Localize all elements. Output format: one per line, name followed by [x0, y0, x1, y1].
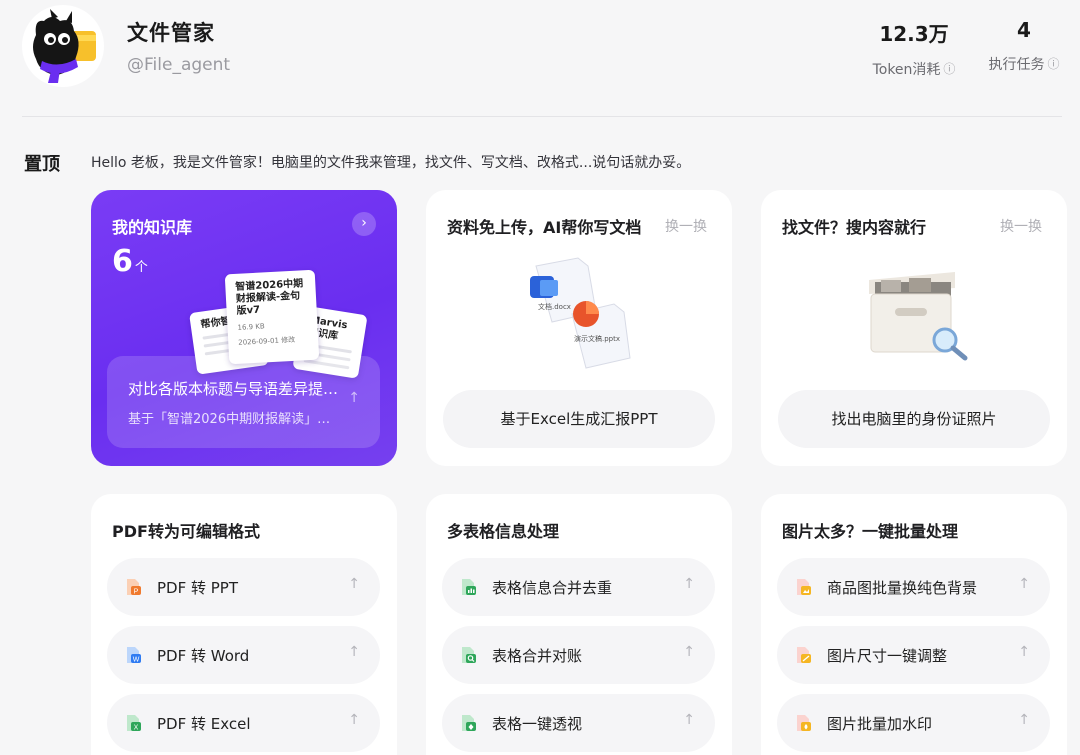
token-usage-value: 12.3万 — [879, 22, 949, 46]
recent-query-item[interactable]: 对比各版本标题与导语差异提… 基于「智谱2026中期财报解读」知… ↑ — [107, 356, 380, 448]
doc-size: 16.9 KB — [237, 322, 265, 332]
write-doc-title: 资料免上传，AI帮你写文档 — [447, 218, 642, 237]
token-usage-label: Token消耗 — [872, 62, 941, 78]
arrow-up-icon: ↑ — [683, 576, 695, 592]
knowledge-base-count: 6个 — [112, 244, 148, 279]
task-count-value: 4 — [1017, 18, 1031, 42]
agent-name: 文件管家 — [127, 21, 215, 45]
doc-card: 智谱2026中期财报解读-金句版v7 16.9 KB 2026-09-01 修改 — [224, 269, 320, 365]
arrow-up-icon: ↑ — [1018, 644, 1030, 660]
pdf-convert-title: PDF转为可编辑格式 — [112, 522, 260, 541]
task-count-label: 执行任务 — [988, 57, 1045, 73]
pinned-label: 置顶 — [24, 154, 60, 175]
agent-avatar[interactable] — [22, 5, 104, 87]
pdf-to-ppt-item[interactable]: P PDF 转 PPT ↑ — [107, 558, 380, 616]
refresh-button[interactable]: 换一换 — [1000, 216, 1042, 236]
pdf-to-excel-icon: X — [127, 715, 141, 732]
recent-query-subtitle: 基于「智谱2026中期财报解读」知… — [128, 412, 343, 427]
image-watermark-label: 图片批量加水印 — [827, 715, 933, 733]
sheet-process-card: 多表格信息处理 表格信息合并去重 ↑ 表格合并对账 ↑ 表格一键透视 ↑ — [426, 494, 732, 755]
sheet-process-title: 多表格信息处理 — [447, 522, 560, 541]
svg-text:W: W — [133, 657, 140, 664]
arrow-up-icon: ↑ — [1018, 576, 1030, 592]
image-watermark-item[interactable]: 图片批量加水印 ↑ — [777, 694, 1050, 752]
arrow-up-icon: ↑ — [1018, 712, 1030, 728]
find-file-card: 找文件？搜内容就行 换一换 找出电脑里的身份证照片 — [761, 190, 1067, 466]
arrow-up-icon: ↑ — [348, 712, 360, 728]
pdf-convert-card: PDF转为可编辑格式 P PDF 转 PPT ↑ W PDF 转 Word ↑ … — [91, 494, 397, 755]
doc-title: 智谱2026中期财报解读-金句版v7 — [235, 278, 304, 317]
knowledge-base-count-unit: 个 — [134, 260, 148, 275]
svg-text:X: X — [134, 725, 139, 732]
token-usage-stat: 12.3万 Token消耗 ⓘ — [866, 18, 962, 79]
arrow-up-icon: ↑ — [683, 644, 695, 660]
image-resize-label: 图片尺寸一键调整 — [827, 647, 948, 665]
pdf-to-word-icon: W — [127, 647, 141, 664]
svg-text:P: P — [134, 589, 139, 596]
write-doc-card: 资料免上传，AI帮你写文档 换一换 文档.docx 演示文稿.pptx 基于Ex… — [426, 190, 732, 466]
ppt-file-name: 演示文稿.pptx — [574, 335, 620, 343]
task-count-stat: 4 执行任务 ⓘ — [982, 18, 1066, 74]
sheet-pivot-label: 表格一键透视 — [492, 715, 583, 733]
word-file-name: 文档.docx — [538, 303, 571, 311]
refresh-button[interactable]: 换一换 — [665, 216, 707, 236]
image-batch-title: 图片太多？一键批量处理 — [782, 522, 959, 541]
recent-query-title: 对比各版本标题与导语差异提… — [128, 380, 339, 398]
sheet-pivot-icon — [462, 715, 476, 731]
image-batch-card: 图片太多？一键批量处理 商品图批量换纯色背景 ↑ 图片尺寸一键调整 ↑ 图片批量… — [761, 494, 1067, 755]
arrow-up-icon: ↑ — [683, 712, 695, 728]
generate-ppt-button[interactable]: 基于Excel生成汇报PPT — [443, 390, 715, 448]
sheet-merge-item[interactable]: 表格信息合并去重 ↑ — [442, 558, 715, 616]
image-bg-item[interactable]: 商品图批量换纯色背景 ↑ — [777, 558, 1050, 616]
find-file-title: 找文件？搜内容就行 — [782, 218, 927, 237]
knowledge-base-title: 我的知识库 — [112, 218, 193, 237]
image-watermark-icon — [797, 715, 811, 731]
sheet-reconcile-label: 表格合并对账 — [492, 647, 583, 665]
pdf-to-word-label: PDF 转 Word — [157, 647, 250, 665]
image-resize-icon — [797, 647, 811, 663]
sheet-reconcile-icon — [462, 647, 476, 663]
doc-date: 2026-09-01 修改 — [238, 335, 296, 347]
pdf-to-ppt-label: PDF 转 PPT — [157, 579, 239, 597]
sheet-pivot-item[interactable]: 表格一键透视 ↑ — [442, 694, 715, 752]
image-bg-label: 商品图批量换纯色背景 — [827, 579, 978, 597]
sheet-merge-icon — [462, 579, 476, 595]
image-bg-icon — [797, 579, 811, 595]
pdf-to-ppt-icon: P — [127, 579, 141, 596]
header-divider — [22, 116, 1062, 117]
find-id-photo-button[interactable]: 找出电脑里的身份证照片 — [778, 390, 1050, 448]
greeting-text: Hello 老板，我是文件管家！电脑里的文件我来管理，找文件、写文档、改格式..… — [91, 155, 691, 171]
pdf-to-excel-label: PDF 转 Excel — [157, 715, 251, 733]
mascot-icon — [33, 9, 96, 83]
knowledge-base-card[interactable]: 我的知识库 › 6个 帮你智识 Marvis 知识库 智谱2026中期财报解读-… — [91, 190, 397, 466]
chevron-right-icon[interactable]: › — [352, 212, 376, 236]
arrow-up-icon: ↑ — [348, 576, 360, 592]
agent-handle: @File_agent — [127, 55, 231, 75]
knowledge-base-count-value: 6 — [112, 244, 133, 279]
sheet-reconcile-item[interactable]: 表格合并对账 ↑ — [442, 626, 715, 684]
sheet-merge-label: 表格信息合并去重 — [492, 579, 613, 597]
image-resize-item[interactable]: 图片尺寸一键调整 ↑ — [777, 626, 1050, 684]
info-icon[interactable]: ⓘ — [1048, 58, 1060, 70]
pdf-to-word-item[interactable]: W PDF 转 Word ↑ — [107, 626, 380, 684]
file-box-search-icon — [869, 272, 968, 361]
arrow-up-icon: ↑ — [348, 644, 360, 660]
arrow-up-icon[interactable]: ↑ — [348, 390, 360, 406]
info-icon[interactable]: ⓘ — [943, 63, 955, 75]
pdf-to-excel-item[interactable]: X PDF 转 Excel ↑ — [107, 694, 380, 752]
